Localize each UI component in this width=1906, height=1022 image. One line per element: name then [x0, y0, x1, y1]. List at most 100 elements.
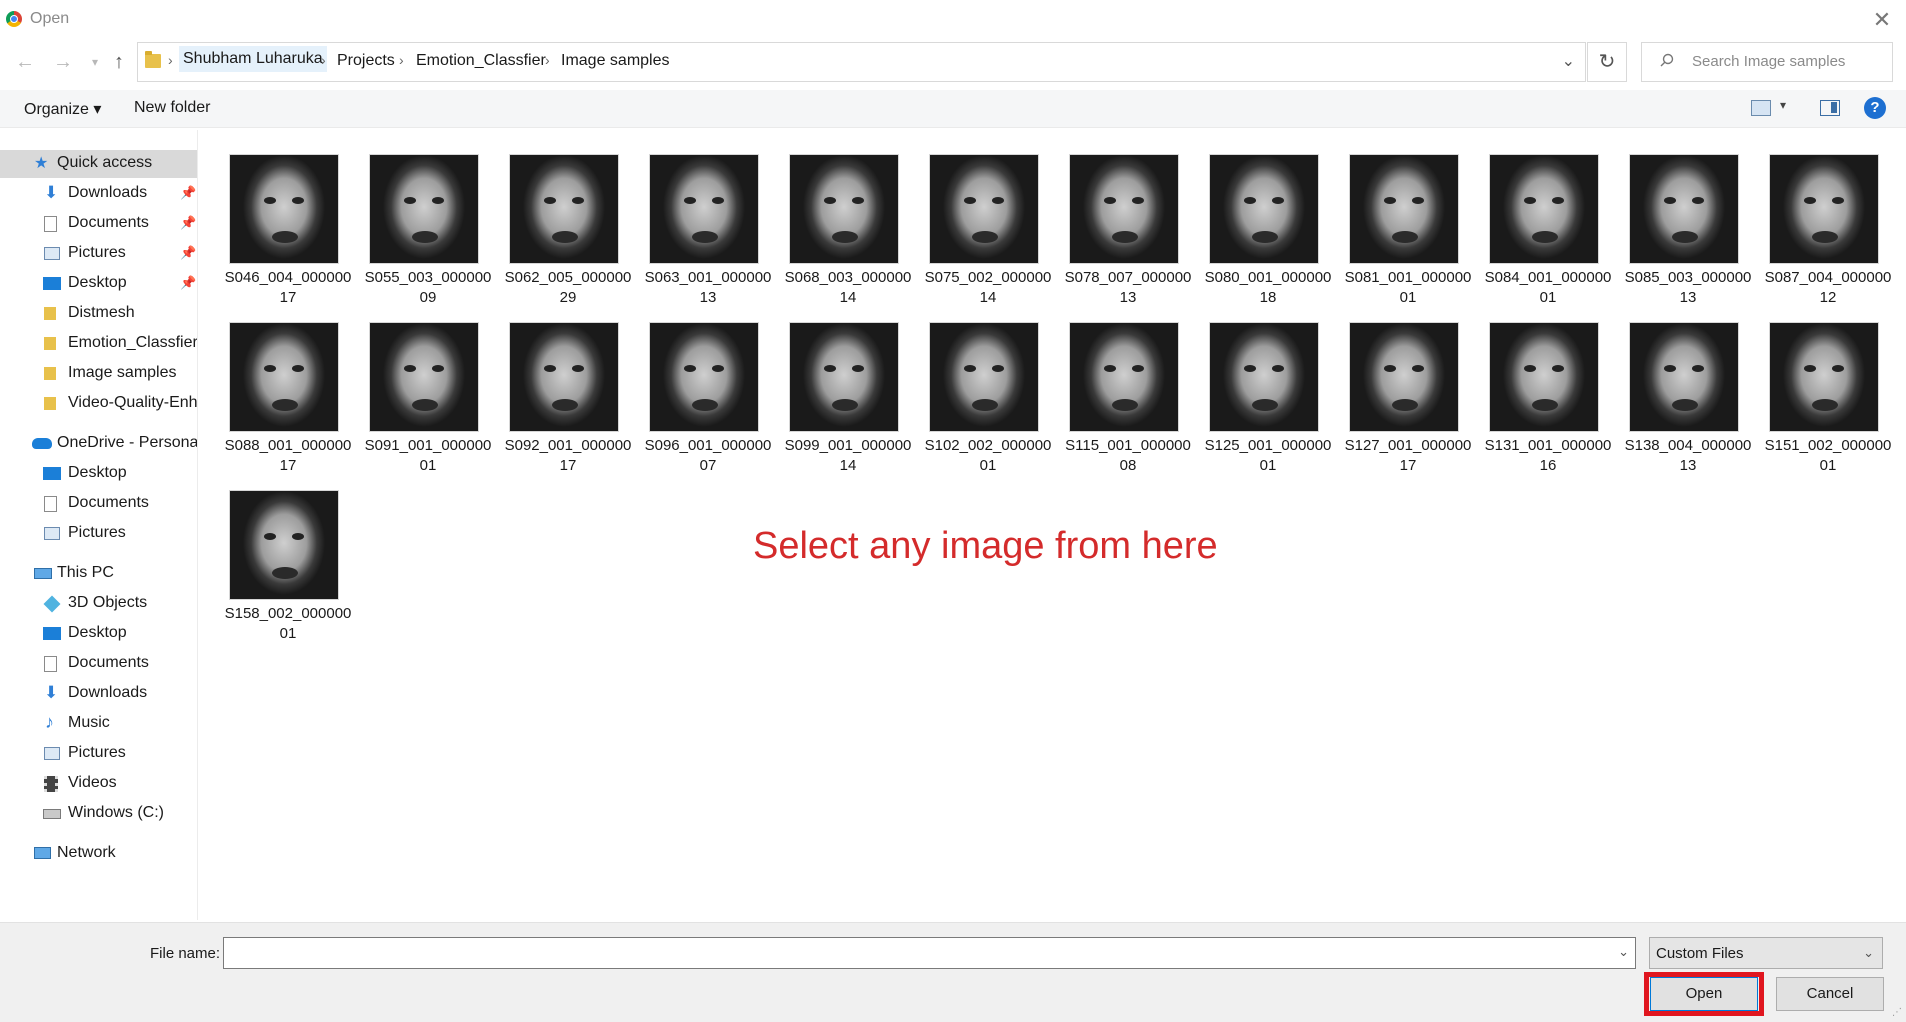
- file-item[interactable]: S046_004_000000 17: [200, 144, 351, 306]
- file-item[interactable]: S099_001_000000 14: [760, 312, 911, 474]
- file-item[interactable]: S078_007_000000 13: [1040, 144, 1191, 306]
- file-item[interactable]: S055_003_000000 09: [340, 144, 491, 306]
- image-thumbnail[interactable]: [1769, 154, 1879, 264]
- back-arrow-icon[interactable]: ←: [12, 48, 38, 76]
- chevron-right-icon[interactable]: ›: [545, 52, 550, 68]
- file-item[interactable]: S091_001_000000 01: [340, 312, 491, 474]
- image-thumbnail[interactable]: [1629, 154, 1739, 264]
- file-item[interactable]: S068_003_000000 14: [760, 144, 911, 306]
- pin-icon[interactable]: 📌: [180, 185, 196, 201]
- sidebar-item-windows-c[interactable]: Windows (C:): [0, 800, 197, 828]
- file-item[interactable]: S102_002_000000 01: [900, 312, 1051, 474]
- close-icon[interactable]: ✕: [1868, 6, 1896, 34]
- sidebar-item-onedrive[interactable]: OneDrive - Personal: [0, 430, 197, 458]
- sidebar-item-onedrive-desktop[interactable]: Desktop: [0, 460, 197, 488]
- up-arrow-icon[interactable]: ↑: [106, 48, 132, 76]
- chevron-right-icon[interactable]: ›: [399, 52, 404, 68]
- image-thumbnail[interactable]: [1349, 322, 1459, 432]
- image-thumbnail[interactable]: [1489, 154, 1599, 264]
- breadcrumb-item[interactable]: Emotion_Classfier: [416, 52, 546, 70]
- chevron-down-icon[interactable]: ⌄: [1618, 944, 1629, 960]
- file-item[interactable]: S087_004_000000 12: [1740, 144, 1891, 306]
- pin-icon[interactable]: 📌: [180, 215, 196, 231]
- file-item[interactable]: S131_001_000000 16: [1460, 312, 1611, 474]
- file-item[interactable]: S081_001_000000 01: [1320, 144, 1471, 306]
- sidebar-item-videos[interactable]: Videos: [0, 770, 197, 798]
- change-view-icon[interactable]: [1751, 100, 1771, 116]
- chevron-down-icon[interactable]: ⌄: [1562, 51, 1575, 71]
- chevron-right-icon[interactable]: ›: [168, 52, 173, 68]
- sidebar-item-distmesh[interactable]: Distmesh: [0, 300, 197, 328]
- file-item[interactable]: S062_005_000000 29: [480, 144, 631, 306]
- sidebar-item-emotion-classfier[interactable]: Emotion_Classfier: [0, 330, 197, 358]
- image-thumbnail[interactable]: [509, 322, 619, 432]
- forward-arrow-icon[interactable]: →: [50, 48, 76, 76]
- image-thumbnail[interactable]: [789, 322, 899, 432]
- recent-locations-chevron-icon[interactable]: ▾: [82, 48, 108, 76]
- sidebar-item-documents[interactable]: Documents 📌: [0, 210, 197, 238]
- breadcrumb-item[interactable]: Shubham Luharuka: [179, 46, 327, 72]
- image-thumbnail[interactable]: [1209, 322, 1319, 432]
- breadcrumb-item[interactable]: Image samples: [561, 52, 670, 70]
- sidebar-item-this-pc[interactable]: This PC: [0, 560, 197, 588]
- file-list[interactable]: Select any image from here S046_004_0000…: [200, 130, 1906, 920]
- file-item[interactable]: S138_004_000000 13: [1600, 312, 1751, 474]
- new-folder-button[interactable]: New folder: [134, 99, 210, 117]
- image-thumbnail[interactable]: [929, 322, 1039, 432]
- sidebar-item-desktop[interactable]: Desktop 📌: [0, 270, 197, 298]
- file-name-input[interactable]: ⌄: [223, 937, 1636, 969]
- image-thumbnail[interactable]: [1069, 322, 1179, 432]
- file-item[interactable]: S084_001_000000 01: [1460, 144, 1611, 306]
- sidebar-item-onedrive-documents[interactable]: Documents: [0, 490, 197, 518]
- image-thumbnail[interactable]: [1629, 322, 1739, 432]
- file-item[interactable]: S115_001_000000 08: [1040, 312, 1191, 474]
- file-item[interactable]: S088_001_000000 17: [200, 312, 351, 474]
- cancel-button[interactable]: Cancel: [1776, 977, 1884, 1011]
- image-thumbnail[interactable]: [789, 154, 899, 264]
- image-thumbnail[interactable]: [1349, 154, 1459, 264]
- resize-grip-icon[interactable]: ⋰: [1892, 1007, 1902, 1018]
- sidebar-item-downloads[interactable]: ⬇ Downloads 📌: [0, 180, 197, 208]
- image-thumbnail[interactable]: [509, 154, 619, 264]
- file-item[interactable]: S085_003_000000 13: [1600, 144, 1751, 306]
- help-icon[interactable]: ?: [1864, 97, 1886, 119]
- file-item[interactable]: S075_002_000000 14: [900, 144, 1051, 306]
- preview-pane-icon[interactable]: [1820, 100, 1840, 116]
- file-item[interactable]: S151_002_000000 01: [1740, 312, 1891, 474]
- pin-icon[interactable]: 📌: [180, 275, 196, 291]
- image-thumbnail[interactable]: [929, 154, 1039, 264]
- sidebar-item-pictures[interactable]: Pictures 📌: [0, 240, 197, 268]
- image-thumbnail[interactable]: [369, 154, 479, 264]
- image-thumbnail[interactable]: [1069, 154, 1179, 264]
- image-thumbnail[interactable]: [1489, 322, 1599, 432]
- file-item[interactable]: S080_001_000000 18: [1180, 144, 1331, 306]
- breadcrumb-item[interactable]: Projects: [337, 52, 395, 70]
- file-item[interactable]: S096_001_000000 07: [620, 312, 771, 474]
- chevron-right-icon[interactable]: ›: [321, 52, 326, 68]
- sidebar-item-quick-access[interactable]: ★ Quick access: [0, 150, 197, 178]
- sidebar-item-pc-downloads[interactable]: ⬇ Downloads: [0, 680, 197, 708]
- file-item[interactable]: S125_001_000000 01: [1180, 312, 1331, 474]
- search-input[interactable]: Search Image samples: [1641, 42, 1893, 82]
- file-item[interactable]: S063_001_000000 13: [620, 144, 771, 306]
- sidebar-item-video-quality[interactable]: Video-Quality-Enha: [0, 390, 197, 418]
- organize-button[interactable]: Organize ▾: [24, 99, 101, 119]
- image-thumbnail[interactable]: [369, 322, 479, 432]
- sidebar-item-image-samples[interactable]: Image samples: [0, 360, 197, 388]
- pin-icon[interactable]: 📌: [180, 245, 196, 261]
- sidebar-item-pc-pictures[interactable]: Pictures: [0, 740, 197, 768]
- image-thumbnail[interactable]: [229, 154, 339, 264]
- navigation-pane[interactable]: ★ Quick access ⬇ Downloads 📌 Documents 📌…: [0, 130, 198, 920]
- image-thumbnail[interactable]: [1769, 322, 1879, 432]
- file-item[interactable]: S158_002_000000 01: [200, 480, 351, 642]
- file-item[interactable]: S127_001_000000 17: [1320, 312, 1471, 474]
- sidebar-item-pc-documents[interactable]: Documents: [0, 650, 197, 678]
- image-thumbnail[interactable]: [229, 322, 339, 432]
- sidebar-item-3d-objects[interactable]: 3D Objects: [0, 590, 197, 618]
- image-thumbnail[interactable]: [649, 322, 759, 432]
- image-thumbnail[interactable]: [1209, 154, 1319, 264]
- image-thumbnail[interactable]: [649, 154, 759, 264]
- sidebar-item-network[interactable]: Network: [0, 840, 197, 868]
- refresh-icon[interactable]: ↻: [1587, 42, 1627, 82]
- file-item[interactable]: S092_001_000000 17: [480, 312, 631, 474]
